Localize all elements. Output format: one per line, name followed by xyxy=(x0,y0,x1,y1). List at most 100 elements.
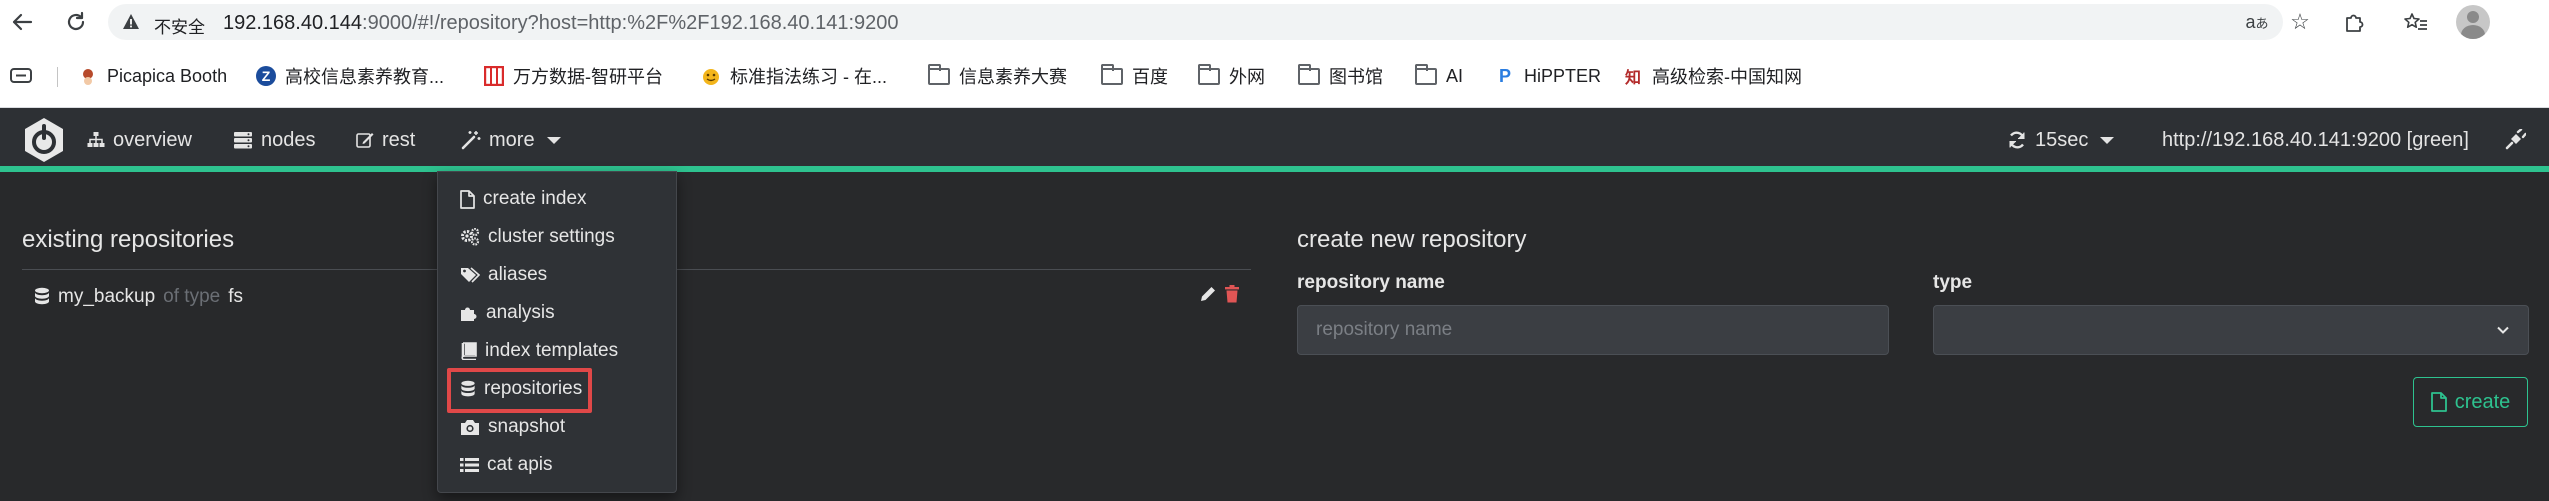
menu-item-aliases[interactable]: aliases xyxy=(460,258,547,292)
browser-toolbar: 不安全 192.168.40.144:9000/#!/repository?ho… xyxy=(0,0,2549,43)
url-text: 192.168.40.144:9000/#!/repository?host=h… xyxy=(223,12,899,35)
bookmark-label: 万方数据-智研平台 xyxy=(513,67,663,87)
favorites-list-icon[interactable] xyxy=(2400,6,2432,38)
bookmark-folder[interactable]: 信息素养大赛 xyxy=(928,63,1067,88)
repository-name-field xyxy=(1297,305,1889,355)
bookmark-item[interactable]: 知 高级检索-中国知网 xyxy=(1623,64,1802,88)
z-logo-icon: Z xyxy=(256,66,276,86)
create-repository-button[interactable]: create xyxy=(2413,377,2528,427)
menu-item-label: snapshot xyxy=(488,416,566,437)
menu-item-label: create index xyxy=(483,188,587,209)
file-icon xyxy=(2430,392,2447,412)
cerebro-logo-icon[interactable] xyxy=(20,116,68,164)
menu-item-create-index[interactable]: create index xyxy=(460,182,587,216)
bookmark-folder[interactable]: 百度 xyxy=(1101,63,1168,88)
nav-overview[interactable]: overview xyxy=(87,126,192,154)
wanfang-icon xyxy=(484,66,504,86)
camera-icon xyxy=(461,419,479,435)
repository-of-type-text: of type xyxy=(163,286,221,307)
menu-item-label: repositories xyxy=(484,378,583,399)
caret-down-icon xyxy=(546,136,561,144)
plug-icon xyxy=(2505,129,2526,150)
repository-type: fs xyxy=(228,286,243,307)
bookmark-item[interactable]: Picapica Booth xyxy=(78,64,227,88)
profile-avatar[interactable] xyxy=(2456,5,2490,39)
cluster-url-label: http://192.168.40.141:9200 [green] xyxy=(2162,128,2469,151)
favorite-star-icon[interactable]: ☆ xyxy=(2284,6,2316,38)
hippter-icon: P xyxy=(1498,65,1511,86)
warning-icon xyxy=(123,14,139,29)
read-aloud-icon[interactable]: aあ xyxy=(2241,6,2273,38)
menu-item-analysis[interactable]: analysis xyxy=(460,296,555,330)
more-dropdown-menu: create index cluster settings aliases an… xyxy=(437,171,677,493)
bookmark-folder[interactable]: 图书馆 xyxy=(1298,63,1383,88)
reading-list-icon xyxy=(10,68,32,83)
nav-overview-label: overview xyxy=(113,128,192,151)
bookmark-item[interactable]: 万方数据-智研平台 xyxy=(484,64,663,88)
cluster-connection[interactable]: http://192.168.40.141:9200 [green] xyxy=(2162,126,2469,154)
caret-down-icon xyxy=(2100,136,2115,144)
menu-item-snapshot[interactable]: snapshot xyxy=(460,410,565,444)
trash-icon xyxy=(1225,285,1239,303)
bookmarks-separator xyxy=(57,67,58,87)
menu-item-repositories[interactable]: repositories xyxy=(460,372,582,406)
disconnect-button[interactable] xyxy=(2504,126,2526,154)
folder-icon xyxy=(1101,63,1123,85)
menu-item-cluster-settings[interactable]: cluster settings xyxy=(460,220,615,254)
create-button-label: create xyxy=(2454,390,2511,413)
folder-icon xyxy=(1415,63,1437,85)
pencil-icon xyxy=(1201,287,1215,301)
bookmark-label: 外网 xyxy=(1229,67,1265,87)
menu-item-label: cluster settings xyxy=(488,226,615,247)
nav-nodes-label: nodes xyxy=(261,128,316,151)
menu-item-cat-apis[interactable]: cat apis xyxy=(460,448,552,482)
bookmark-item[interactable]: P HiPPTER xyxy=(1495,64,1601,88)
bookmark-label: 标准指法练习 - 在... xyxy=(730,67,887,87)
menu-item-label: cat apis xyxy=(487,454,553,475)
cogs-icon xyxy=(461,228,480,246)
refresh-icon xyxy=(2009,131,2025,149)
nav-nodes[interactable]: nodes xyxy=(233,126,316,154)
bookmark-folder[interactable]: AI xyxy=(1415,63,1463,88)
bookmark-item[interactable]: Z 高校信息素养教育... xyxy=(256,64,444,88)
bookmark-item[interactable]: 标准指法练习 - 在... xyxy=(701,64,887,88)
type-label: type xyxy=(1933,272,1973,293)
bookmark-folder[interactable]: 外网 xyxy=(1198,63,1265,88)
back-button[interactable] xyxy=(6,6,38,38)
chevron-down-icon xyxy=(2497,326,2509,334)
bookmark-label: 信息素养大赛 xyxy=(959,67,1067,87)
address-bar[interactable]: 不安全 192.168.40.144:9000/#!/repository?ho… xyxy=(108,4,2283,40)
repository-name: my_backup xyxy=(58,286,156,307)
magic-wand-icon xyxy=(461,131,481,150)
refresh-interval-label: 15sec xyxy=(2035,128,2089,151)
nav-more-dropdown[interactable]: more xyxy=(461,126,561,154)
puzzle-icon xyxy=(2346,14,2364,32)
book-icon xyxy=(461,342,477,360)
star-list-icon xyxy=(2404,13,2427,30)
reading-list-button[interactable] xyxy=(10,64,32,88)
reload-button[interactable] xyxy=(60,6,92,38)
nav-rest-label: rest xyxy=(382,128,416,151)
refresh-interval-dropdown[interactable]: 15sec xyxy=(2007,126,2115,154)
bookmark-label: 高校信息素养教育... xyxy=(285,67,445,87)
menu-item-index-templates[interactable]: index templates xyxy=(460,334,618,368)
url-host: 192.168.40.144 xyxy=(223,12,363,34)
menu-item-label: aliases xyxy=(488,264,548,285)
url-path: :9000/#!/repository?host=http:%2F%2F192.… xyxy=(362,12,899,34)
tags-icon xyxy=(461,267,480,283)
create-repository-title: create new repository xyxy=(1297,226,1527,253)
extensions-icon[interactable] xyxy=(2338,6,2370,38)
delete-repository-button[interactable] xyxy=(1221,283,1243,305)
bookmark-label: Picapica Booth xyxy=(107,65,228,86)
edit-repository-button[interactable] xyxy=(1197,283,1219,305)
picapica-icon xyxy=(78,66,98,86)
app-navbar: overview nodes rest more 15sec http://19… xyxy=(0,108,2549,172)
puzzle-piece-icon xyxy=(461,307,477,321)
menu-item-label: index templates xyxy=(485,340,619,361)
nav-rest[interactable]: rest xyxy=(356,126,415,154)
type-select[interactable] xyxy=(1933,305,2529,355)
security-label: 不安全 xyxy=(154,18,205,37)
repository-name-input[interactable] xyxy=(1298,306,1888,354)
menu-item-label: analysis xyxy=(486,302,555,323)
nav-more-label: more xyxy=(489,128,535,151)
